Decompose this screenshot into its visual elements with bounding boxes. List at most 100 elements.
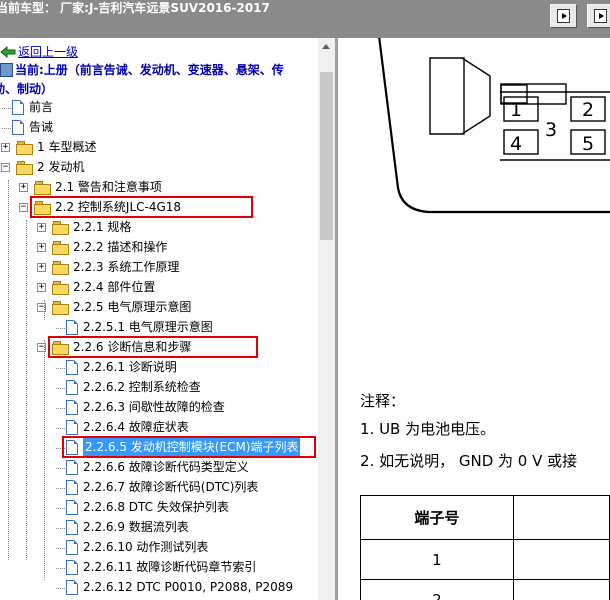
next-page-button-2[interactable] <box>587 4 610 28</box>
tree-connector-line <box>56 428 65 429</box>
back-arrow-icon <box>0 46 16 58</box>
tree-item[interactable]: +2.2.2 描述和操作 <box>0 238 318 258</box>
tree-item[interactable]: +1 车型概述 <box>0 138 318 158</box>
tree-item[interactable]: 2.2.6.7 故障诊断代码(DTC)列表 <box>0 478 318 498</box>
back-link-label: 返回上一级 <box>18 45 79 59</box>
document-icon <box>66 320 78 335</box>
note-line-2: 2. 如无说明， GND 为 0 V 或接 <box>360 452 578 470</box>
tree-item-label: 2.2.5.1 电气原理示意图 <box>83 320 213 334</box>
tree-guide-line <box>44 300 45 320</box>
tree-guide-line <box>44 340 45 580</box>
tree-item[interactable]: 2.2.6.8 DTC 失效保护列表 <box>0 498 318 518</box>
tree-item[interactable]: 告诫 <box>0 118 318 138</box>
tree-connector-line <box>56 328 65 329</box>
tree-guide-line <box>26 220 27 560</box>
terminal-table-header: 端子号 <box>360 495 514 540</box>
terminal-row-1-desc <box>512 539 610 580</box>
tree-item-label: 2.2.3 系统工作原理 <box>73 260 180 274</box>
collapse-icon[interactable]: − <box>1 163 10 172</box>
collapse-icon[interactable]: − <box>19 203 28 212</box>
tree-item-label: 2.2.6.7 故障诊断代码(DTC)列表 <box>83 480 259 494</box>
tree-guide-line <box>8 180 9 560</box>
document-icon <box>66 420 78 435</box>
tree-item[interactable]: 2.2.6.6 故障诊断代码类型定义 <box>0 458 318 478</box>
document-icon <box>66 380 78 395</box>
folder-open-icon <box>52 301 70 315</box>
document-icon <box>66 460 78 475</box>
title-bar: 当前车型： 厂家:J-吉利汽车远景SUV2016-2017 <box>0 0 610 38</box>
tree-item[interactable]: 2.2.5.1 电气原理示意图 <box>0 318 318 338</box>
pin-1: 1 <box>510 99 522 121</box>
document-icon <box>66 520 78 535</box>
expand-icon[interactable]: + <box>37 243 46 252</box>
tree-item[interactable]: +2.2.1 规格 <box>0 218 318 238</box>
tree-item[interactable]: 2.2.6.1 诊断说明 <box>0 358 318 378</box>
document-icon <box>66 500 78 515</box>
document-icon <box>66 540 78 555</box>
expand-icon[interactable]: + <box>19 183 28 192</box>
tree-item-label: 2.2.6.8 DTC 失效保护列表 <box>83 500 229 514</box>
scrollbar-thumb[interactable] <box>320 72 333 240</box>
terminal-table-header-2 <box>512 495 610 540</box>
tree-item-label: 2 发动机 <box>37 160 85 174</box>
folder-icon <box>52 261 70 275</box>
expand-icon[interactable]: + <box>37 263 46 272</box>
tree-connector-line <box>56 548 65 549</box>
expand-icon[interactable]: + <box>37 223 46 232</box>
tree-item[interactable]: 2.2.6.2 控制系统检查 <box>0 378 318 398</box>
tree-item-label: 2.2.6.3 间歇性故障的检查 <box>83 400 225 414</box>
tree-item-label: 2.2.5 电气原理示意图 <box>73 300 192 314</box>
tree-item-label: 2.2.4 部件位置 <box>73 280 156 294</box>
next-page-icon <box>557 9 570 23</box>
next-page-icon <box>594 9 607 23</box>
pin-4: 4 <box>510 133 522 155</box>
expand-icon[interactable]: + <box>1 143 10 152</box>
folder-icon <box>52 241 70 255</box>
document-icon <box>66 360 78 375</box>
tree-item-label: 2.2.6.12 DTC P0010, P2088, P2089 <box>83 580 294 594</box>
book-icon <box>0 63 13 77</box>
tree-item-label: 2.2.1 规格 <box>73 220 132 234</box>
tree-item[interactable]: 2.2.6.11 故障诊断代码章节索引 <box>0 558 318 578</box>
tree-item[interactable]: +2.2.4 部件位置 <box>0 278 318 298</box>
tree-scrollbar[interactable] <box>318 38 335 600</box>
tree-item-label: 2.2.6.11 故障诊断代码章节索引 <box>83 560 257 574</box>
tree-item[interactable]: +2.1 警告和注意事项 <box>0 178 318 198</box>
tree-item-label: 1 车型概述 <box>37 140 97 154</box>
tree-item[interactable]: 2.2.6.12 DTC P0010, P2088, P2089 <box>0 578 318 598</box>
tree-item[interactable]: −2.2.5 电气原理示意图 <box>0 298 318 318</box>
folder-icon <box>16 141 34 155</box>
tree-item-label: 2.2.6.1 诊断说明 <box>83 360 177 374</box>
folder-icon <box>34 181 52 195</box>
terminal-table: 端子号 1 2 <box>360 495 610 600</box>
tree-item-label: 2.2.2 描述和操作 <box>73 240 168 254</box>
tree-item[interactable]: 2.2.6.4 故障症状表 <box>0 418 318 438</box>
tree-connector-line <box>56 588 65 589</box>
tree-connector-line <box>56 508 65 509</box>
tree-item-label: 前言 <box>29 100 54 114</box>
scroll-up-icon[interactable] <box>322 44 330 49</box>
toc-tree-pane: 返回上一级 当前:上册（前言告诫、发动机、变速器、悬架、传 动、制动） 前言告诫… <box>0 38 318 600</box>
highlight-box <box>62 436 316 458</box>
tree-connector-line <box>56 408 65 409</box>
document-icon <box>66 580 78 595</box>
window-title: 当前车型： 厂家:J-吉利汽车远景SUV2016-2017 <box>0 1 270 15</box>
tree-item[interactable]: − 2 发动机 <box>0 158 318 178</box>
tree-connector-line <box>56 468 65 469</box>
highlight-box <box>48 336 258 358</box>
tree-item-label: 2.2.6.9 数据流列表 <box>83 520 189 534</box>
document-content: 1 2 3 4 5 注释： 1. UB 为电池电压。 2. 如无说明， GND … <box>338 38 610 600</box>
expand-icon[interactable]: + <box>37 283 46 292</box>
folder-open-icon <box>16 161 34 175</box>
tree-item[interactable]: 2.2.6.10 动作测试列表 <box>0 538 318 558</box>
terminal-row-1: 1 <box>360 539 514 580</box>
terminal-row-2: 2 <box>360 579 514 600</box>
tree-item-label: 2.2.6.10 动作测试列表 <box>83 540 209 554</box>
next-page-button[interactable] <box>550 4 577 28</box>
pin-5: 5 <box>582 133 594 155</box>
pin-3: 3 <box>545 119 557 141</box>
tree-item[interactable]: 2.2.6.3 间歇性故障的检查 <box>0 398 318 418</box>
tree-item[interactable]: +2.2.3 系统工作原理 <box>0 258 318 278</box>
tree-item[interactable]: 2.2.6.9 数据流列表 <box>0 518 318 538</box>
tree-item[interactable]: 前言 <box>0 98 318 118</box>
